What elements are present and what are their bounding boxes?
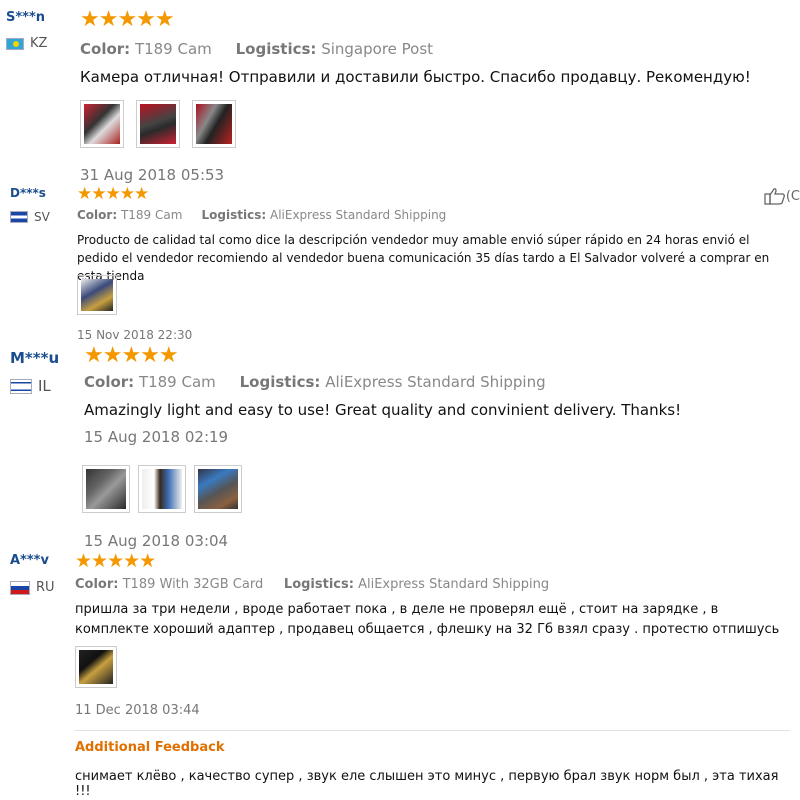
color-label: Color: — [80, 40, 131, 58]
logistics-value: AliExpress Standard Shipping — [358, 577, 550, 592]
color-value: T189 Cam — [138, 373, 216, 391]
reviewer-name[interactable]: A***v — [10, 553, 49, 568]
logistics-label: Logistics: — [283, 577, 354, 592]
color-label: Color: — [84, 373, 135, 391]
order-info: Color: T189 Cam Logistics: Singapore Pos… — [80, 40, 433, 58]
feedback-divider — [75, 730, 790, 731]
logistics-value: AliExpress Standard Shipping — [325, 373, 546, 391]
order-info: Color: T189 Cam Logistics: AliExpress St… — [84, 373, 546, 391]
reviewer-country: KZ — [6, 36, 47, 51]
review-date: 31 Aug 2018 05:53 — [80, 166, 225, 184]
review-photo[interactable] — [138, 465, 186, 513]
review-3: M***u IL ★★★★★ Color: T189 Cam Logistics… — [0, 343, 800, 555]
reviewer-country: IL — [10, 377, 51, 395]
review-photo[interactable] — [82, 465, 130, 513]
review-text: Камера отличная! Отправили и доставили б… — [80, 68, 751, 86]
review-photo[interactable] — [192, 100, 236, 148]
review-photo[interactable] — [136, 100, 180, 148]
review-photo[interactable] — [194, 465, 242, 513]
country-code: SV — [34, 210, 50, 224]
review-photos — [80, 100, 236, 148]
review-text: Amazingly light and easy to use! Great q… — [84, 401, 682, 419]
reviewer-name[interactable]: M***u — [10, 349, 59, 367]
logistics-label: Logistics: — [201, 208, 267, 222]
reviewer-country: SV — [10, 210, 50, 224]
reviewer-country: RU — [10, 580, 55, 595]
color-value: T189 With 32GB Card — [122, 577, 264, 592]
review-photos — [75, 646, 117, 688]
review-photos — [82, 465, 242, 513]
country-code: KZ — [30, 36, 48, 51]
review-2: D***s SV ★★★★★ Color: T189 Cam Logistics… — [0, 184, 800, 345]
logistics-label: Logistics: — [235, 40, 317, 58]
color-value: T189 Cam — [120, 208, 183, 222]
review-4: A***v RU ★★★★★ Color: T189 With 32GB Car… — [0, 550, 800, 800]
star-rating: ★★★★★ — [75, 550, 156, 572]
review-photo[interactable] — [80, 100, 124, 148]
flag-ru-icon — [10, 580, 30, 595]
order-info: Color: T189 Cam Logistics: AliExpress St… — [77, 208, 446, 222]
review-photo[interactable] — [77, 275, 117, 315]
logistics-value: AliExpress Standard Shipping — [269, 208, 447, 222]
flag-sv-icon — [10, 211, 28, 223]
reviewer-name[interactable]: S***n — [6, 10, 45, 25]
review-1: S***n KZ ★★★★★ Color: T189 Cam Logistics… — [0, 0, 800, 185]
star-rating: ★★★★★ — [84, 343, 179, 368]
review-date: 15 Nov 2018 22:30 — [77, 328, 193, 342]
review-photos — [77, 275, 117, 315]
country-code: RU — [36, 580, 55, 595]
reviewer-name[interactable]: D***s — [10, 186, 46, 200]
star-rating: ★★★★★ — [77, 184, 149, 204]
review-date: 15 Aug 2018 02:19 — [84, 428, 229, 446]
logistics-label: Logistics: — [239, 373, 321, 391]
flag-kz-icon — [6, 37, 24, 50]
additional-feedback-text: снимает клёво , качество супер , звук ел… — [75, 769, 779, 799]
star-rating: ★★★★★ — [80, 7, 175, 32]
country-code: IL — [38, 377, 51, 395]
color-value: T189 Cam — [134, 40, 212, 58]
review-date-2: 15 Aug 2018 03:04 — [84, 532, 229, 550]
additional-feedback-title: Additional Feedback — [75, 740, 225, 755]
review-text: пришла за три недели , вроде работает по… — [75, 602, 780, 637]
color-label: Color: — [75, 577, 119, 592]
logistics-value: Singapore Post — [321, 40, 434, 58]
review-photo[interactable] — [75, 646, 117, 688]
review-date: 11 Dec 2018 03:44 — [75, 703, 200, 718]
flag-il-icon — [10, 378, 32, 394]
color-label: Color: — [77, 208, 118, 222]
order-info: Color: T189 With 32GB Card Logistics: Al… — [75, 577, 549, 592]
review-text: Producto de calidad tal como dice la des… — [77, 233, 770, 283]
